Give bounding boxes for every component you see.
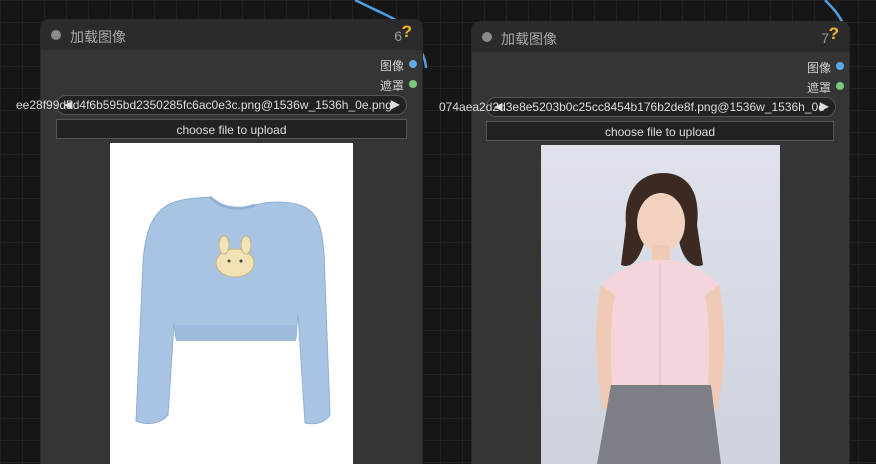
collapse-dot-icon[interactable] [51,30,61,40]
output-label-image: 图像 [806,61,831,75]
upload-button[interactable]: choose file to upload [56,119,407,139]
load-image-node-7[interactable]: 加载图像 7 ? 图像 遮罩 074aea2d2d3e8e5203b0c25cc… [439,22,849,464]
upload-button[interactable]: choose file to upload [486,121,834,141]
image-select-combo[interactable]: ee28f99d5d4f6b595bd2350285fc6ac0e3c.png@… [16,95,407,115]
triangle-right-icon[interactable]: ▶ [820,99,829,113]
question-mark-icon[interactable]: ? [829,24,839,44]
woman-photo [596,173,725,464]
node-title: 加载图像 [501,31,557,47]
image-select-combo[interactable]: 074aea2d2d3e8e5203b0c25cc8454b176b2de8f.… [439,97,836,117]
output-slot-mask[interactable] [409,80,417,88]
triangle-left-icon[interactable]: ◀ [494,100,502,113]
output-slot-mask[interactable] [836,82,844,90]
image-preview-sweater [110,143,353,464]
load-image-node-6[interactable]: 加载图像 6 ? 图像 遮罩 ee28f99d5d4f6b595bd235028… [16,20,422,464]
sweater-image [135,195,331,425]
output-label-image: 图像 [379,59,404,73]
output-slot-image[interactable] [409,60,417,68]
triangle-right-icon[interactable]: ▶ [391,97,400,111]
question-mark-icon[interactable]: ? [402,22,412,42]
output-label-mask: 遮罩 [806,81,831,95]
triangle-left-icon[interactable]: ◀ [64,98,72,111]
output-label-mask: 遮罩 [379,79,404,93]
output-slot-image[interactable] [836,62,844,70]
collapse-dot-icon[interactable] [482,32,492,42]
image-preview-woman [541,145,780,464]
node-header[interactable]: 加载图像 7 ? [472,22,849,52]
node-header[interactable]: 加载图像 6 ? [41,20,422,50]
node-title: 加载图像 [70,29,126,45]
